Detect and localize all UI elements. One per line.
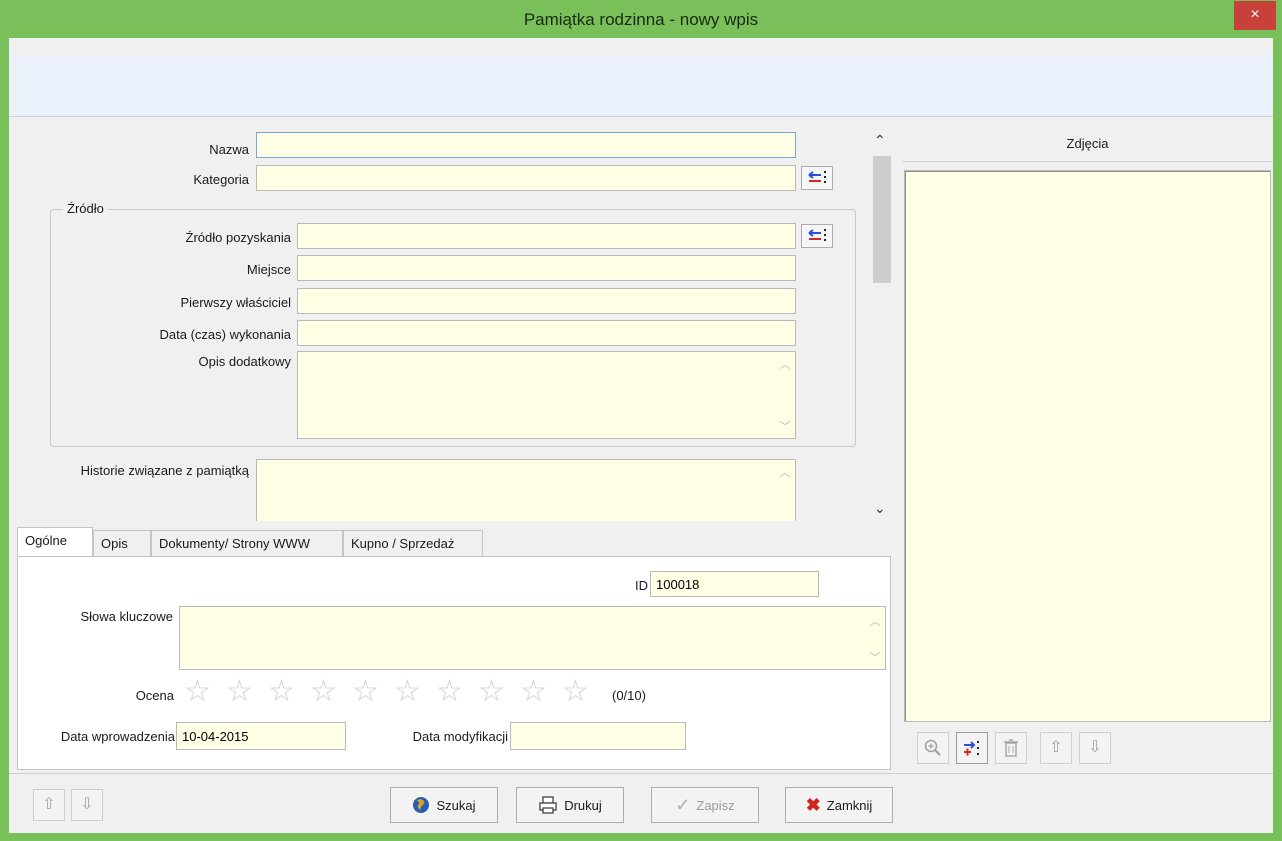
- zapisz-label: Zapisz: [696, 797, 735, 813]
- client-area: Nazwa Kategoria Źródło Źródło pozyskania…: [9, 38, 1273, 833]
- slowa-kluczowe-textarea[interactable]: ︿ ﹀: [179, 606, 886, 670]
- kategoria-label: Kategoria: [193, 172, 249, 187]
- scroll-down-arrow-icon[interactable]: ⌄: [874, 500, 886, 517]
- tab-ogolne[interactable]: Ogólne: [17, 527, 93, 557]
- star-icon[interactable]: ☆: [478, 677, 505, 707]
- pierwszy-wlasciciel-label: Pierwszy właściciel: [180, 295, 291, 310]
- zoom-in-icon: [924, 739, 941, 756]
- zoom-button[interactable]: [917, 732, 949, 764]
- window-title: Pamiątka rodzinna - nowy wpis: [523, 10, 759, 29]
- data-wprowadzenia-label: Data wprowadzenia: [60, 729, 175, 744]
- add-from-list-icon: [964, 741, 979, 756]
- tab-panel-ogolne: ID Słowa kluczowe ︿ ﹀ Ocena ☆ ☆ ☆ ☆ ☆ ☆ …: [17, 556, 891, 770]
- printer-icon: [539, 796, 557, 814]
- footer-divider: [9, 773, 1273, 774]
- nazwa-input[interactable]: [256, 132, 796, 158]
- opis-dodatkowy-label: Opis dodatkowy: [198, 354, 292, 369]
- kategoria-input[interactable]: [256, 165, 796, 191]
- list-picker-icon: [808, 229, 826, 241]
- scroll-up-icon[interactable]: ︿: [775, 464, 795, 480]
- rating-stars[interactable]: ☆ ☆ ☆ ☆ ☆ ☆ ☆ ☆ ☆ ☆: [178, 677, 598, 711]
- zamknij-button[interactable]: ✖ Zamknij: [785, 787, 893, 823]
- add-photo-button[interactable]: [956, 732, 988, 764]
- scroll-thumb[interactable]: [873, 156, 891, 283]
- zapisz-button[interactable]: ✓ Zapisz: [651, 787, 759, 823]
- data-wprowadzenia-field[interactable]: [176, 722, 346, 750]
- ocena-label: Ocena: [135, 688, 174, 703]
- zrodlo-picker-button[interactable]: [801, 224, 833, 248]
- photos-header: Zdjęcia: [1066, 136, 1109, 151]
- tab-opis[interactable]: Opis: [93, 530, 151, 556]
- scroll-up-arrow-icon[interactable]: ⌃: [874, 132, 886, 149]
- star-icon[interactable]: ☆: [394, 677, 421, 707]
- scroll-up-icon[interactable]: ︿: [775, 356, 795, 372]
- photos-area[interactable]: [904, 170, 1271, 722]
- zrodlo-pozyskania-label: Źródło pozyskania: [185, 230, 292, 245]
- scroll-up-icon[interactable]: ︿: [865, 613, 885, 629]
- scroll-down-icon[interactable]: ﹀: [775, 418, 795, 434]
- star-icon[interactable]: ☆: [520, 677, 547, 707]
- memo-scrollbar[interactable]: ︿ ﹀: [775, 352, 795, 438]
- data-wykonania-input[interactable]: [297, 320, 796, 346]
- opis-dodatkowy-textarea[interactable]: ︿ ﹀: [297, 351, 796, 439]
- photos-header-divider: [902, 161, 1273, 162]
- photos-panel: Zdjęcia ⇧ ⇩: [902, 126, 1273, 776]
- szukaj-label: Szukaj: [436, 797, 476, 813]
- star-icon[interactable]: ☆: [562, 677, 589, 707]
- next-record-button[interactable]: ⇩: [71, 789, 103, 821]
- tab-kupno-sprzedaz[interactable]: Kupno / Sprzedaż: [343, 530, 483, 556]
- close-x-icon: ✖: [805, 794, 821, 815]
- tab-dokumenty[interactable]: Dokumenty/ Strony WWW: [151, 530, 343, 556]
- drukuj-button[interactable]: Drukuj: [516, 787, 624, 823]
- data-wykonania-label: Data (czas) wykonania: [159, 327, 292, 342]
- historie-textarea[interactable]: ︿: [256, 459, 796, 521]
- star-icon[interactable]: ☆: [352, 677, 379, 707]
- rating-text: (0/10): [612, 688, 646, 703]
- move-photo-down-button[interactable]: ⇩: [1079, 732, 1111, 764]
- star-icon[interactable]: ☆: [310, 677, 337, 707]
- data-modyfikacji-field[interactable]: [510, 722, 686, 750]
- form-scrollbar[interactable]: ⌃ ⌄: [871, 130, 893, 522]
- checkmark-icon: ✓: [675, 794, 691, 815]
- miejsce-label: Miejsce: [246, 262, 291, 277]
- pierwszy-wlasciciel-input[interactable]: [297, 288, 796, 314]
- drukuj-label: Drukuj: [564, 797, 602, 813]
- title-bar[interactable]: Pamiątka rodzinna - nowy wpis ×: [0, 0, 1282, 38]
- memo-scrollbar[interactable]: ︿: [775, 460, 795, 521]
- previous-record-button[interactable]: ⇧: [33, 789, 65, 821]
- star-icon[interactable]: ☆: [268, 677, 295, 707]
- star-icon[interactable]: ☆: [184, 677, 211, 707]
- data-modyfikacji-label: Data modyfikacji: [412, 729, 508, 744]
- zamknij-label: Zamknij: [826, 797, 873, 813]
- close-window-button[interactable]: ×: [1234, 1, 1276, 30]
- szukaj-button[interactable]: Szukaj: [390, 787, 498, 823]
- id-field[interactable]: [650, 571, 819, 597]
- window-frame: Pamiątka rodzinna - nowy wpis × Nazwa Ka…: [0, 0, 1282, 841]
- list-picker-icon: [808, 171, 826, 183]
- nazwa-label: Nazwa: [209, 142, 249, 157]
- globe-icon: [413, 797, 430, 813]
- star-icon[interactable]: ☆: [226, 677, 253, 707]
- scroll-down-icon[interactable]: ﹀: [865, 649, 885, 665]
- move-photo-up-button[interactable]: ⇧: [1040, 732, 1072, 764]
- zrodlo-group-title: Źródło: [63, 201, 108, 216]
- info-banner: [9, 56, 1273, 117]
- star-icon[interactable]: ☆: [436, 677, 463, 707]
- id-label: ID: [635, 578, 648, 593]
- kategoria-picker-button[interactable]: [801, 166, 833, 190]
- delete-photo-button[interactable]: [995, 732, 1027, 764]
- slowa-kluczowe-label: Słowa kluczowe: [80, 609, 174, 624]
- trash-icon: [1004, 739, 1018, 757]
- miejsce-input[interactable]: [297, 255, 796, 281]
- historie-label: Historie związane z pamiątką: [80, 463, 249, 478]
- zrodlo-pozyskania-input[interactable]: [297, 223, 796, 249]
- memo-scrollbar[interactable]: ︿ ﹀: [865, 607, 885, 669]
